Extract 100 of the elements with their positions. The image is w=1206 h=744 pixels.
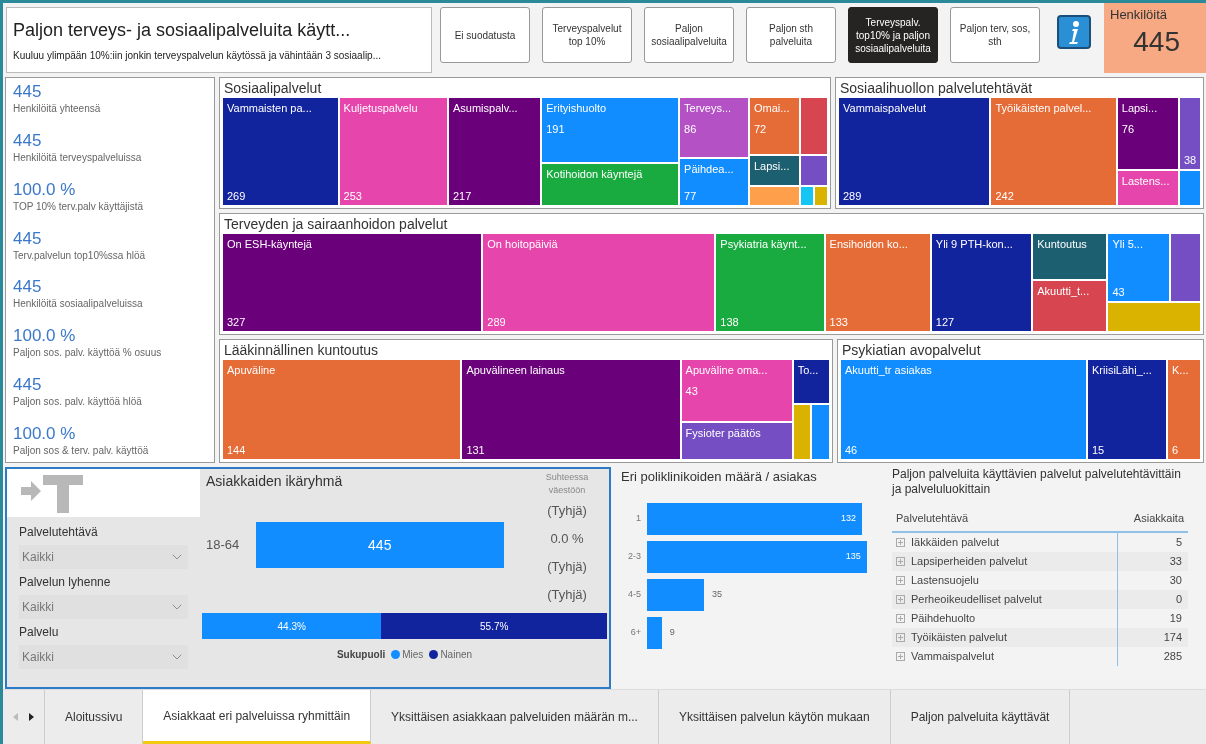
treemap-title: Lääkinnällinen kuntoutus xyxy=(223,341,380,360)
treemap-tile[interactable] xyxy=(1108,302,1200,331)
treemap-tile[interactable]: Terveys... 86 xyxy=(680,98,748,158)
next-page-icon[interactable] xyxy=(28,713,35,721)
tile-label: Lapsi... xyxy=(754,159,791,175)
treemap-tile[interactable]: Yli 9 PTH-kon... 127 xyxy=(931,234,1032,331)
treemap-tile[interactable]: 38 xyxy=(1179,98,1200,170)
filter-button[interactable]: Paljon terv, sos, sth xyxy=(950,7,1040,63)
treemap-tile[interactable]: Kuntoutus xyxy=(1033,234,1107,279)
page-tab[interactable]: Paljon palveluita käyttävät xyxy=(890,690,1071,744)
column-header[interactable]: Asiakkaita xyxy=(1133,509,1184,527)
kpi-value: 100.0 % xyxy=(13,423,77,444)
filter-button[interactable]: Terveyspalvelut top 10% xyxy=(542,7,632,63)
tile-value: 289 xyxy=(487,315,507,329)
treemap-tile[interactable]: Kuljetuspalvelu 253 xyxy=(339,98,447,205)
tile-label: On hoitopäiviä xyxy=(487,237,559,252)
info-icon xyxy=(1057,15,1091,49)
tile-label: Ensihoidon ko... xyxy=(829,237,909,252)
treemap-tile[interactable] xyxy=(1171,234,1200,301)
tile-value: 46 xyxy=(845,443,859,457)
kpi-label: Paljon sos. palv. käyttöä hlöä xyxy=(13,395,143,410)
filter-button[interactable]: Paljon sosiaalipalveluita xyxy=(644,7,734,63)
table-cell-text: Lastensuojelu xyxy=(911,573,979,589)
chart-title: Eri poliklinikoiden määrä / asiakas xyxy=(621,468,818,486)
column-header[interactable]: Palvelutehtävä xyxy=(896,509,1134,527)
table-cell-text: 19 xyxy=(1168,611,1183,627)
table-cell-text: Työikäisten palvelut xyxy=(911,630,1007,646)
expand-icon[interactable] xyxy=(896,652,905,661)
expand-icon[interactable] xyxy=(896,614,905,623)
ratio-value: (Tyhjä) xyxy=(547,586,587,604)
slicer-dropdown[interactable]: Kaikki xyxy=(19,595,188,619)
treemap-tile[interactable] xyxy=(812,405,829,459)
kpi-label: Henkilöitä sosiaalipalveluissa xyxy=(13,297,144,312)
tile-value: 76 xyxy=(1121,122,1135,136)
table-cell-text: Perheoikeudelliset palvelut xyxy=(911,592,1042,608)
axis-label: 4-5 xyxy=(627,587,642,601)
treemap-tile[interactable]: Asumispalv... 217 xyxy=(449,98,541,205)
treemap-tile[interactable] xyxy=(793,405,811,459)
table-cell-text: 5 xyxy=(1174,535,1183,551)
treemap-tile[interactable]: Fysioter päätös xyxy=(681,423,792,459)
page-tab[interactable]: Asiakkaat eri palveluissa ryhmittäin xyxy=(143,690,372,744)
slicer-dropdown[interactable]: Kaikki xyxy=(19,545,188,569)
treemap-tile[interactable]: Vammaispalvelut 289 xyxy=(839,98,990,205)
expand-icon[interactable] xyxy=(896,557,905,566)
treemap-tile[interactable] xyxy=(800,156,827,185)
tile-label: Akuutti_tr asiakas xyxy=(845,363,933,378)
tile-value: 217 xyxy=(453,189,473,203)
kpi-label: TOP 10% terv.palv käyttäjistä xyxy=(13,199,145,214)
slicer-dropdown[interactable]: Kaikki xyxy=(19,645,188,669)
treemap-tile[interactable] xyxy=(800,98,827,155)
expand-icon[interactable] xyxy=(896,633,905,642)
table-cell-text: 285 xyxy=(1162,649,1183,665)
treemap-tile[interactable]: Vammaisten pa... 269 xyxy=(223,98,338,205)
treemap-tile[interactable]: Apuväline oma... 43 xyxy=(681,360,792,422)
treemap-tile[interactable]: Lastens... xyxy=(1117,171,1178,205)
tile-label: Kuntoutus xyxy=(1037,237,1088,252)
tile-value: 289 xyxy=(843,189,863,203)
ratio-value: (Tyhjä) xyxy=(547,558,587,576)
table-cell-text: 174 xyxy=(1162,630,1183,646)
bar-value: 9 xyxy=(669,625,675,639)
treemap-tile[interactable]: To... xyxy=(793,360,829,404)
treemap-tile[interactable]: On ESH-käyntejä 327 xyxy=(223,234,482,331)
tile-value: 191 xyxy=(546,122,566,136)
table-title: Paljon palveluita käyttävien palvelut palvelutehtävittäin ja palveluluokittain xyxy=(892,467,1182,497)
expand-icon[interactable] xyxy=(896,538,905,547)
tile-label: To... xyxy=(797,363,820,378)
treemap-tile[interactable] xyxy=(814,186,827,205)
filter-button[interactable]: Ei suodatusta xyxy=(440,7,530,63)
chart-title: Asiakkaiden ikäryhmä xyxy=(206,472,344,491)
chart-bar xyxy=(647,578,704,611)
tile-value: 242 xyxy=(995,189,1015,203)
treemap-tile[interactable] xyxy=(800,186,813,205)
tile-label: KriisiLähi_... xyxy=(1092,363,1153,378)
expand-icon[interactable] xyxy=(896,576,905,585)
treemap-tile[interactable] xyxy=(750,186,799,205)
treemap-tile[interactable]: Akuutti_t... xyxy=(1033,280,1107,331)
kpi-label: Paljon sos & terv. palv. käyttöä xyxy=(13,443,150,458)
tile-value: 72 xyxy=(754,122,768,136)
treemap-tile[interactable] xyxy=(1179,171,1200,205)
treemap-tile[interactable]: Lapsi... xyxy=(750,156,799,185)
page-tab[interactable]: Yksittäisen palvelun käytön mukaan xyxy=(658,690,891,744)
treemap-tile[interactable]: Lapsi... 76 xyxy=(1117,98,1178,170)
treemap-title: Sosiaalipalvelut xyxy=(223,79,323,98)
tile-value: 131 xyxy=(466,443,486,457)
tile-label: Työikäisten palvel... xyxy=(995,101,1093,116)
bar-value: 132 xyxy=(840,511,856,525)
tile-label: Lastens... xyxy=(1121,174,1171,190)
expand-icon[interactable] xyxy=(896,595,905,604)
page-tab[interactable]: Yksittäisen asiakkaan palveluiden määrän m... xyxy=(371,690,659,744)
treemap-tile[interactable]: KriisiLähi_... 15 xyxy=(1088,360,1166,459)
slicer-label: Palvelu xyxy=(19,624,60,641)
filter-button[interactable]: Paljon sth palveluita xyxy=(746,7,836,63)
table-cell-text: 30 xyxy=(1168,573,1183,589)
treemap-title: Terveyden ja sairaanhoidon palvelut xyxy=(223,215,449,234)
treemap-tile[interactable]: Apuvälineen lainaus 131 xyxy=(462,360,680,459)
table-cell-text: 33 xyxy=(1168,554,1183,570)
kpi-label: Henkilöitä yhteensä xyxy=(13,102,102,116)
previous-page-icon[interactable] xyxy=(12,713,19,721)
filter-button[interactable]: Terveyspalv. top10% ja paljon sosiaalipalveluita xyxy=(848,7,938,63)
treemap-tile[interactable]: On hoitopäiviä 289 xyxy=(483,234,715,331)
